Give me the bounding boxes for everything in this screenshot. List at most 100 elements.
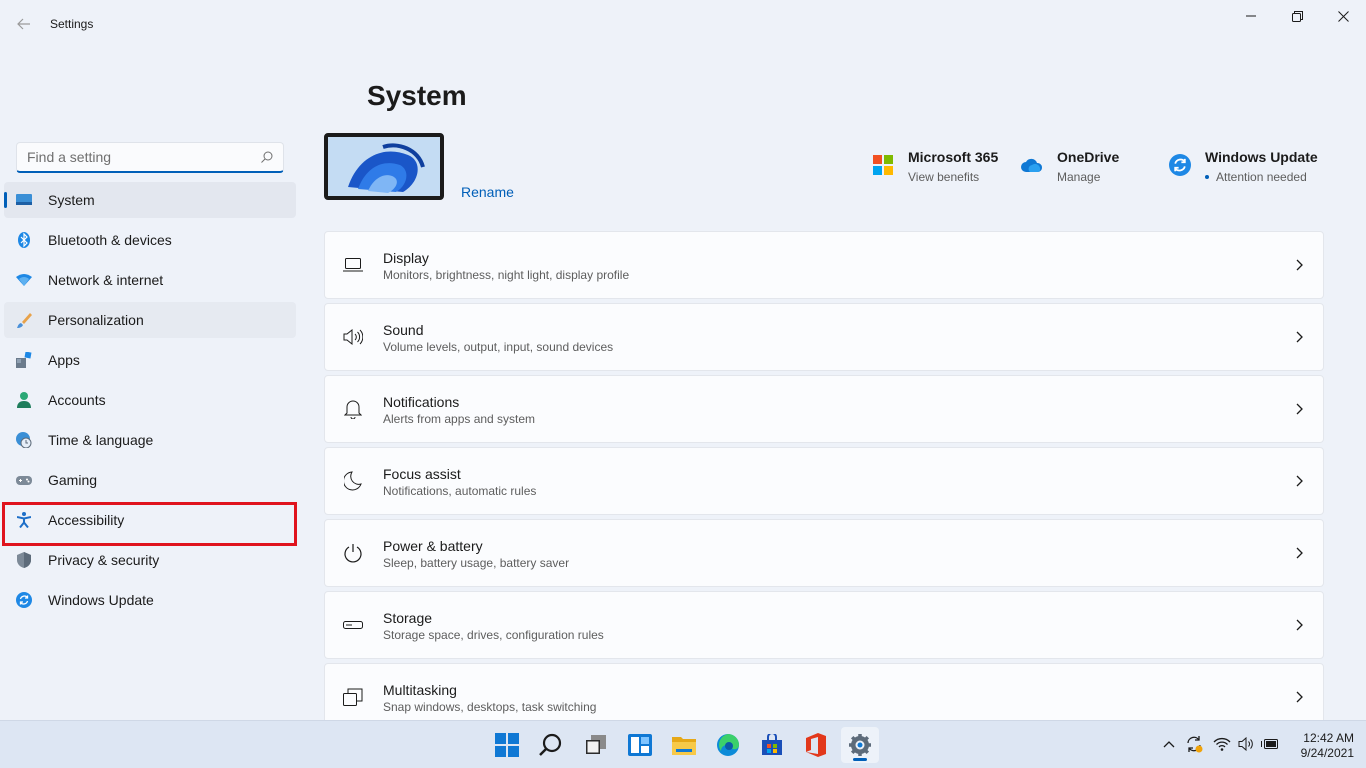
taskbar-search-button[interactable] <box>532 727 570 763</box>
card-multitasking[interactable]: Multitasking Snap windows, desktops, task… <box>324 663 1324 720</box>
wallpaper-bloom-icon <box>328 137 440 196</box>
chevron-right-icon <box>1296 331 1303 343</box>
search-box[interactable] <box>16 142 284 173</box>
search-icon <box>539 733 562 756</box>
tray-network-button[interactable] <box>1213 735 1231 753</box>
quick-link-subtitle: Attention needed <box>1216 170 1307 184</box>
sidebar-item-label: Apps <box>48 352 80 368</box>
store-icon <box>762 734 782 755</box>
apps-icon <box>16 352 32 368</box>
sidebar-item-time-language[interactable]: Time & language <box>4 422 296 458</box>
card-subtitle: Volume levels, output, input, sound devi… <box>383 339 614 354</box>
card-subtitle: Monitors, brightness, night light, displ… <box>383 267 630 282</box>
clock-time: 12:42 AM <box>1303 731 1354 745</box>
sidebar-item-system[interactable]: System <box>4 182 296 218</box>
minimize-button[interactable] <box>1228 0 1274 32</box>
file-explorer-icon <box>672 737 696 755</box>
sidebar-item-gaming[interactable]: Gaming <box>4 462 296 498</box>
search-icon <box>261 151 273 163</box>
taskbar: 12:42 AM 9/24/2021 <box>0 720 1366 768</box>
office-icon <box>806 733 826 757</box>
quick-link-subtitle-row: Attention needed <box>1205 170 1318 184</box>
sidebar-item-network[interactable]: Network & internet <box>4 262 296 298</box>
sidebar-item-label: Personalization <box>48 312 144 328</box>
tray-volume-button[interactable] <box>1237 735 1255 753</box>
quick-link-windows-update[interactable]: Windows Update Attention needed <box>1169 148 1318 184</box>
sidebar-item-accessibility[interactable]: Accessibility <box>4 502 296 538</box>
quick-link-onedrive[interactable]: OneDrive Manage <box>1021 148 1119 184</box>
quick-link-title: Windows Update <box>1205 149 1318 165</box>
sidebar-item-privacy-security[interactable]: Privacy & security <box>4 542 296 578</box>
chevron-right-icon <box>1296 691 1303 703</box>
tray-battery-button[interactable] <box>1261 735 1279 753</box>
brush-icon <box>16 312 32 328</box>
sidebar-item-label: Bluetooth & devices <box>48 232 172 248</box>
selection-indicator <box>4 192 7 208</box>
card-subtitle: Alerts from apps and system <box>383 411 536 426</box>
sidebar-item-apps[interactable]: Apps <box>4 342 296 378</box>
back-button[interactable] <box>10 10 38 38</box>
widgets-button[interactable] <box>621 727 659 763</box>
sidebar-item-label: Gaming <box>48 472 98 488</box>
tray-overflow-button[interactable] <box>1160 735 1178 753</box>
task-view-button[interactable] <box>577 727 615 763</box>
bluetooth-icon <box>16 232 32 248</box>
edge-button[interactable] <box>709 727 747 763</box>
chevron-up-icon <box>1163 741 1175 748</box>
card-storage[interactable]: Storage Storage space, drives, configurat… <box>324 591 1324 659</box>
close-button[interactable] <box>1320 0 1366 32</box>
speaker-icon <box>343 327 363 347</box>
wifi-icon <box>1213 737 1231 751</box>
accessibility-icon <box>16 512 32 528</box>
sidebar-item-accounts[interactable]: Accounts <box>4 382 296 418</box>
tray-sync-button[interactable] <box>1185 735 1203 753</box>
widgets-icon <box>628 734 652 756</box>
settings-taskbar-button[interactable] <box>841 727 879 763</box>
card-subtitle: Storage space, drives, configuration rul… <box>383 627 604 642</box>
bell-icon <box>343 399 363 419</box>
sidebar-item-label: Privacy & security <box>48 552 160 568</box>
card-display[interactable]: Display Monitors, brightness, night light… <box>324 231 1324 299</box>
search-input[interactable] <box>27 149 261 165</box>
sync-icon <box>1187 736 1203 753</box>
sidebar-item-label: Accessibility <box>48 512 125 528</box>
office-button[interactable] <box>797 727 835 763</box>
card-notifications[interactable]: Notifications Alerts from apps and system <box>324 375 1324 443</box>
sidebar-item-label: System <box>48 192 95 208</box>
maximize-button[interactable] <box>1274 0 1320 32</box>
store-button[interactable] <box>753 727 791 763</box>
device-thumbnail <box>324 133 444 200</box>
display-icon <box>343 255 363 275</box>
chevron-right-icon <box>1296 259 1303 271</box>
sidebar-item-label: Time & language <box>48 432 154 448</box>
card-subtitle: Notifications, automatic rules <box>383 483 537 498</box>
quick-link-title: OneDrive <box>1057 149 1120 165</box>
sidebar-item-bluetooth[interactable]: Bluetooth & devices <box>4 222 296 258</box>
clock-date: 9/24/2021 <box>1300 746 1354 760</box>
card-focus-assist[interactable]: Focus assist Notifications, automatic rul… <box>324 447 1324 515</box>
arrow-left-icon <box>17 18 30 30</box>
card-sound[interactable]: Sound Volume levels, output, input, sound… <box>324 303 1324 371</box>
multitask-icon <box>343 687 363 707</box>
chevron-right-icon <box>1296 619 1303 631</box>
quick-link-subtitle: View benefits <box>908 170 980 184</box>
card-subtitle: Sleep, battery usage, battery saver <box>383 555 570 570</box>
gamepad-icon <box>16 472 32 488</box>
volume-icon <box>1238 737 1253 751</box>
start-button[interactable] <box>488 727 526 763</box>
update-icon <box>16 592 32 608</box>
quick-link-title: Microsoft 365 <box>908 149 999 165</box>
sidebar-item-label: Accounts <box>48 392 106 408</box>
sidebar-item-windows-update[interactable]: Windows Update <box>4 582 296 618</box>
taskbar-clock[interactable]: 12:42 AM 9/24/2021 <box>1288 731 1354 761</box>
card-power-battery[interactable]: Power & battery Sleep, battery usage, bat… <box>324 519 1324 587</box>
card-title: Sound <box>383 321 424 338</box>
sidebar-item-label: Windows Update <box>48 592 154 608</box>
file-explorer-button[interactable] <box>665 727 703 763</box>
rename-link[interactable]: Rename <box>461 184 514 200</box>
edge-icon <box>717 734 739 756</box>
start-icon <box>495 733 519 757</box>
quick-link-microsoft-365[interactable]: Microsoft 365 View benefits <box>872 148 998 184</box>
sidebar-item-personalization[interactable]: Personalization <box>4 302 296 338</box>
card-subtitle: Snap windows, desktops, task switching <box>383 699 597 714</box>
